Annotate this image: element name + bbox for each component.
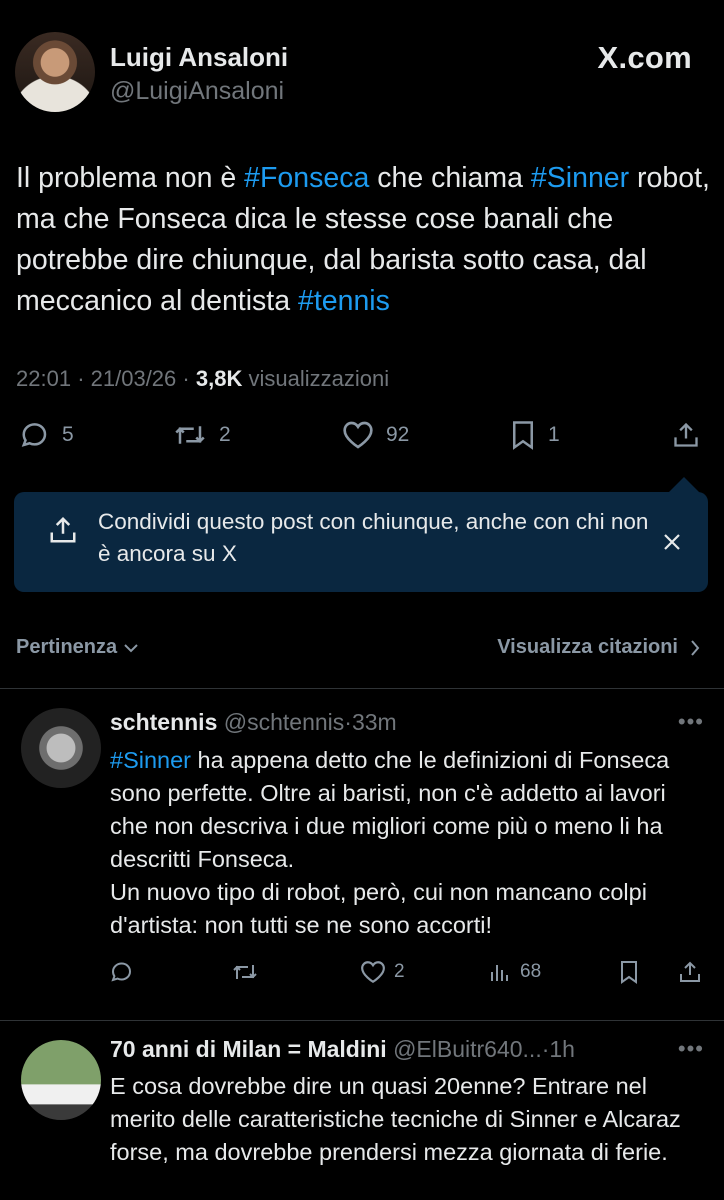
tweet-time[interactable]: 22:01 xyxy=(16,366,71,391)
reply-button[interactable]: 5 xyxy=(20,420,74,450)
like-count: 92 xyxy=(386,423,410,446)
bookmark-icon xyxy=(621,961,637,984)
reply-text: #Sinner ha appena detto che le definizio… xyxy=(110,744,710,942)
view-quotes-label: Visualizza citazioni xyxy=(497,636,678,658)
hashtag-link[interactable]: #tennis xyxy=(298,285,390,317)
divider xyxy=(0,688,724,689)
heart-icon xyxy=(343,421,373,449)
x-logo: X.com xyxy=(597,40,692,75)
bookmark-icon xyxy=(513,421,533,450)
sort-dropdown[interactable]: Pertinenza xyxy=(16,636,139,659)
retweet-icon xyxy=(233,965,257,979)
reply-author-handle[interactable]: @ElBuitr640... xyxy=(393,1036,542,1062)
meta-separator: · xyxy=(344,709,352,735)
divider xyxy=(0,1020,724,1021)
share-banner[interactable]: Condividi questo post con chiunque, anch… xyxy=(14,492,708,592)
bookmark-count: 1 xyxy=(548,423,560,446)
avatar[interactable] xyxy=(21,1040,101,1120)
tweet-text: Il problema non è #Fonseca che chiama #S… xyxy=(16,158,712,322)
banner-notch xyxy=(668,477,700,493)
retweet-icon xyxy=(175,426,205,444)
reply-button[interactable] xyxy=(110,960,134,984)
analytics-icon xyxy=(491,965,508,981)
views-button[interactable]: 68 xyxy=(488,960,541,984)
meta-separator: · xyxy=(77,366,85,391)
bookmark-button[interactable]: 1 xyxy=(510,420,560,450)
hashtag-link[interactable]: #Sinner xyxy=(531,162,629,194)
reply-author-name[interactable]: schtennis xyxy=(110,709,217,735)
text-segment: ha appena detto che le definizioni di Fo… xyxy=(110,747,670,872)
retweet-button[interactable] xyxy=(232,960,258,984)
text-segment: che chiama xyxy=(369,162,531,194)
author-handle[interactable]: @LuigiAnsaloni xyxy=(110,77,284,106)
reply-age: 1h xyxy=(549,1036,575,1062)
like-button[interactable]: 92 xyxy=(342,420,409,450)
sort-label: Pertinenza xyxy=(16,636,118,658)
more-icon[interactable]: ••• xyxy=(678,1036,704,1062)
chevron-down-icon xyxy=(124,643,138,652)
avatar[interactable] xyxy=(21,708,101,788)
reply-text: E cosa dovrebbe dire un quasi 20enne? En… xyxy=(110,1070,710,1169)
share-icon xyxy=(680,961,700,982)
meta-separator: · xyxy=(182,366,190,391)
bookmark-button[interactable] xyxy=(618,960,640,984)
reply-header: schtennis @schtennis·33m xyxy=(110,709,397,736)
tweet-date[interactable]: 21/03/26 xyxy=(91,366,177,391)
share-button[interactable] xyxy=(678,960,702,984)
reply-icon xyxy=(111,962,132,982)
reply-author-name[interactable]: 70 anni di Milan = Maldini xyxy=(110,1036,387,1062)
share-banner-text: Condividi questo post con chiunque, anch… xyxy=(98,509,649,566)
reply-icon xyxy=(21,423,47,447)
view-quotes-link[interactable]: Visualizza citazioni xyxy=(497,636,700,659)
author-name[interactable]: Luigi Ansaloni xyxy=(110,42,288,73)
author-avatar[interactable] xyxy=(15,32,95,112)
retweet-count: 2 xyxy=(219,423,231,446)
text-segment: E cosa dovrebbe dire un quasi 20enne? En… xyxy=(110,1073,681,1165)
share-icon xyxy=(674,422,698,447)
reply-actions: 2 68 xyxy=(0,960,724,994)
views-count: 68 xyxy=(520,961,542,982)
text-segment: Il problema non è xyxy=(16,162,245,194)
views-label: visualizzazioni xyxy=(248,366,390,391)
reply-age: 33m xyxy=(351,709,397,735)
reply-header: 70 anni di Milan = Maldini @ElBuitr640..… xyxy=(110,1036,575,1063)
more-icon[interactable]: ••• xyxy=(678,709,704,735)
retweet-button[interactable]: 2 xyxy=(173,420,231,450)
like-button[interactable]: 2 xyxy=(360,960,405,984)
like-count: 2 xyxy=(394,961,405,982)
reply-count: 5 xyxy=(62,423,74,446)
close-icon[interactable] xyxy=(662,532,682,552)
hashtag-link[interactable]: #Fonseca xyxy=(244,162,369,194)
share-icon xyxy=(50,516,76,543)
tweet-actions: 5 2 92 1 xyxy=(0,420,724,460)
views-count: 3,8K xyxy=(195,366,243,391)
reply-author-handle[interactable]: @schtennis xyxy=(224,709,345,735)
tweet-meta: 22:01 · 21/03/26 · 3,8K visualizzazioni xyxy=(16,366,389,392)
heart-icon xyxy=(361,961,385,984)
text-segment: Un nuovo tipo di robot, però, cui non ma… xyxy=(110,879,647,938)
share-button[interactable] xyxy=(672,420,700,450)
hashtag-link[interactable]: #Sinner xyxy=(110,747,191,773)
chevron-right-icon xyxy=(691,639,700,656)
